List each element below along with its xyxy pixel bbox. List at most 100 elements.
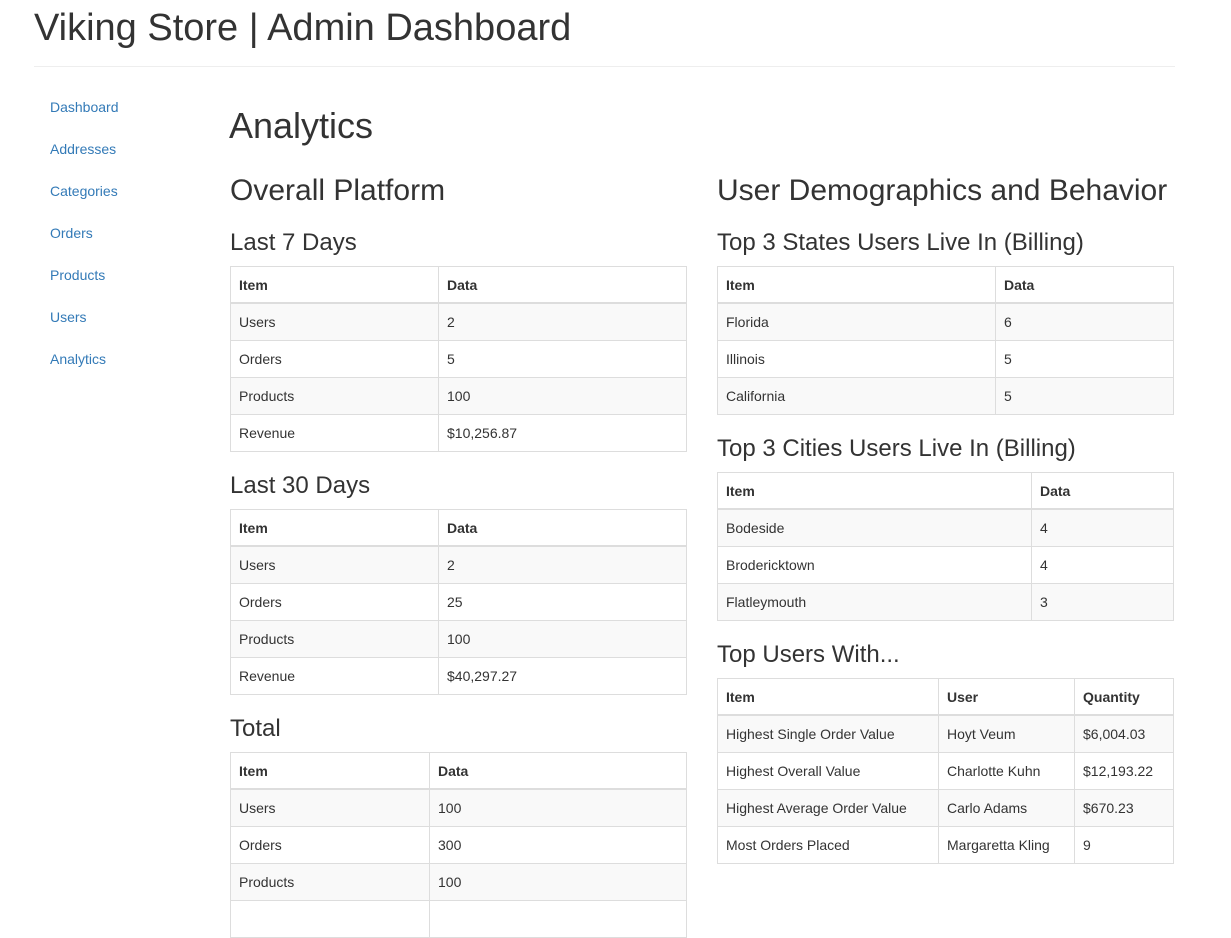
table-cell-item: Users xyxy=(230,788,430,827)
table-cell-data: 2 xyxy=(438,302,687,341)
table-row: Florida 6 xyxy=(717,302,1174,341)
table-cell-item: Users xyxy=(230,302,439,341)
table-cell-data: 5 xyxy=(438,340,687,378)
table-cell-item: Florida xyxy=(717,302,996,341)
column-header-data: Data xyxy=(429,752,687,790)
table-cell-data: $10,256.87 xyxy=(438,414,687,452)
overall-platform-heading: Overall Platform xyxy=(230,174,446,207)
column-header-user: User xyxy=(938,678,1075,716)
table-header-row: Item Data xyxy=(717,472,1174,510)
last-7-days-heading: Last 7 Days xyxy=(230,229,357,256)
table-row: Users 2 xyxy=(230,302,687,341)
column-header-item: Item xyxy=(230,266,439,304)
table-cell-data: 100 xyxy=(429,788,687,827)
table-header-row: Item Data xyxy=(230,752,687,790)
site-title: Viking Store | Admin Dashboard xyxy=(34,7,572,49)
last-7-days-table: Item Data Users 2 Orders 5 Products 100 … xyxy=(230,266,687,452)
column-header-data: Data xyxy=(1031,472,1174,510)
last-30-days-table: Item Data Users 2 Orders 25 Products 100… xyxy=(230,509,687,695)
table-cell-item: Illinois xyxy=(717,340,996,378)
table-cell-data: $40,297.27 xyxy=(438,657,687,695)
table-row: California 5 xyxy=(717,377,1174,415)
table-header-row: Item Data xyxy=(717,266,1174,304)
table-row: Orders 25 xyxy=(230,583,687,621)
table-cell-item: Highest Average Order Value xyxy=(717,789,939,827)
demographics-heading: User Demographics and Behavior xyxy=(717,174,1168,207)
table-cell-quantity: 9 xyxy=(1074,826,1174,864)
column-header-data: Data xyxy=(995,266,1174,304)
column-header-quantity: Quantity xyxy=(1074,678,1174,716)
table-cell-item: Brodericktown xyxy=(717,546,1032,584)
sidebar-item-analytics[interactable]: Analytics xyxy=(50,348,190,390)
table-cell-item: Products xyxy=(230,620,439,658)
demographics-column: User Demographics and Behavior Top 3 Sta… xyxy=(717,174,1174,864)
table-cell-user: Charlotte Kuhn xyxy=(938,752,1075,790)
table-cell-item: Bodeside xyxy=(717,508,1032,547)
table-row: Revenue $10,256.87 xyxy=(230,414,687,452)
page-title: Analytics xyxy=(229,105,374,146)
top-cities-heading: Top 3 Cities Users Live In (Billing) xyxy=(717,435,1076,462)
table-header-row: Item Data xyxy=(230,266,687,304)
table-cell-item: Products xyxy=(230,863,430,901)
table-cell-quantity: $12,193.22 xyxy=(1074,752,1174,790)
table-cell-item: Flatleymouth xyxy=(717,583,1032,621)
table-cell-item: California xyxy=(717,377,996,415)
sidebar-item-dashboard[interactable]: Dashboard xyxy=(50,96,190,138)
top-states-table: Item Data Florida 6 Illinois 5 Californi… xyxy=(717,266,1174,415)
table-cell-data: 3 xyxy=(1031,583,1174,621)
table-cell-data: 100 xyxy=(429,863,687,901)
table-row: Orders 300 xyxy=(230,826,687,864)
column-header-item: Item xyxy=(717,472,1032,510)
table-cell-item: Highest Single Order Value xyxy=(717,714,939,753)
total-table: Item Data Users 100 Orders 300 Products … xyxy=(230,752,687,938)
sidebar-item-products[interactable]: Products xyxy=(50,264,190,306)
table-cell-data: 300 xyxy=(429,826,687,864)
table-cell-item: Highest Overall Value xyxy=(717,752,939,790)
column-header-item: Item xyxy=(717,678,939,716)
table-cell-data: 100 xyxy=(438,377,687,415)
sidebar: Dashboard Addresses Categories Orders Pr… xyxy=(50,96,190,390)
table-cell-user: Margaretta Kling xyxy=(938,826,1075,864)
table-cell-data: 25 xyxy=(438,583,687,621)
table-cell-item: Users xyxy=(230,545,439,584)
overall-platform-column: Overall Platform Last 7 Days Item Data U… xyxy=(230,174,687,938)
table-cell-item: Most Orders Placed xyxy=(717,826,939,864)
table-cell-item: Orders xyxy=(230,583,439,621)
sidebar-item-categories[interactable]: Categories xyxy=(50,180,190,222)
table-cell-data: 2 xyxy=(438,545,687,584)
table-row: Highest Single Order Value Hoyt Veum $6,… xyxy=(717,714,1174,753)
table-cell-data: 4 xyxy=(1031,508,1174,547)
table-cell-item: Orders xyxy=(230,340,439,378)
table-cell-data: 5 xyxy=(995,340,1174,378)
sidebar-item-addresses[interactable]: Addresses xyxy=(50,138,190,180)
table-row: Revenue $40,297.27 xyxy=(230,657,687,695)
table-row: Flatleymouth 3 xyxy=(717,583,1174,621)
table-cell-item: Products xyxy=(230,377,439,415)
table-row: Brodericktown 4 xyxy=(717,546,1174,584)
table-row: Products 100 xyxy=(230,863,687,901)
table-row: Illinois 5 xyxy=(717,340,1174,378)
sidebar-item-orders[interactable]: Orders xyxy=(50,222,190,264)
top-users-table: Item User Quantity Highest Single Order … xyxy=(717,678,1174,864)
top-cities-table: Item Data Bodeside 4 Brodericktown 4 Fla… xyxy=(717,472,1174,621)
table-header-row: Item Data xyxy=(230,509,687,547)
top-users-heading: Top Users With... xyxy=(717,641,900,668)
column-header-data: Data xyxy=(438,266,687,304)
table-cell-item: Orders xyxy=(230,826,430,864)
last-30-days-heading: Last 30 Days xyxy=(230,472,371,499)
table-row: Highest Overall Value Charlotte Kuhn $12… xyxy=(717,752,1174,790)
top-states-heading: Top 3 States Users Live In (Billing) xyxy=(717,229,1084,256)
table-row: Products 100 xyxy=(230,377,687,415)
page-header: Viking Store | Admin Dashboard xyxy=(34,0,1175,67)
table-row: Bodeside 4 xyxy=(717,508,1174,547)
column-header-item: Item xyxy=(717,266,996,304)
column-header-data: Data xyxy=(438,509,687,547)
column-header-item: Item xyxy=(230,509,439,547)
table-cell-user: Carlo Adams xyxy=(938,789,1075,827)
table-row: Most Orders Placed Margaretta Kling 9 xyxy=(717,826,1174,864)
sidebar-item-users[interactable]: Users xyxy=(50,306,190,348)
table-row xyxy=(230,900,687,938)
table-header-row: Item User Quantity xyxy=(717,678,1174,716)
table-cell-data: 4 xyxy=(1031,546,1174,584)
table-row: Products 100 xyxy=(230,620,687,658)
